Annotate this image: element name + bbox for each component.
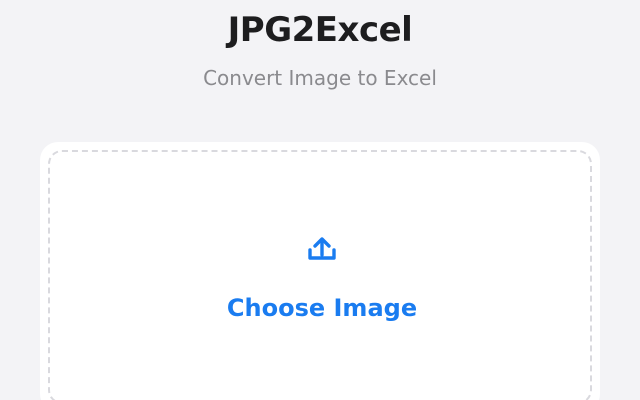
image-dropzone[interactable]: Choose Image: [48, 150, 592, 400]
upload-card: Choose Image: [40, 142, 600, 400]
upload-icon[interactable]: [50, 234, 594, 264]
page-title: JPG2Excel: [227, 10, 413, 50]
page-subtitle: Convert Image to Excel: [203, 66, 437, 90]
choose-image-button[interactable]: Choose Image: [50, 292, 594, 324]
app-root: JPG2Excel Convert Image to Excel Choose …: [0, 0, 640, 400]
